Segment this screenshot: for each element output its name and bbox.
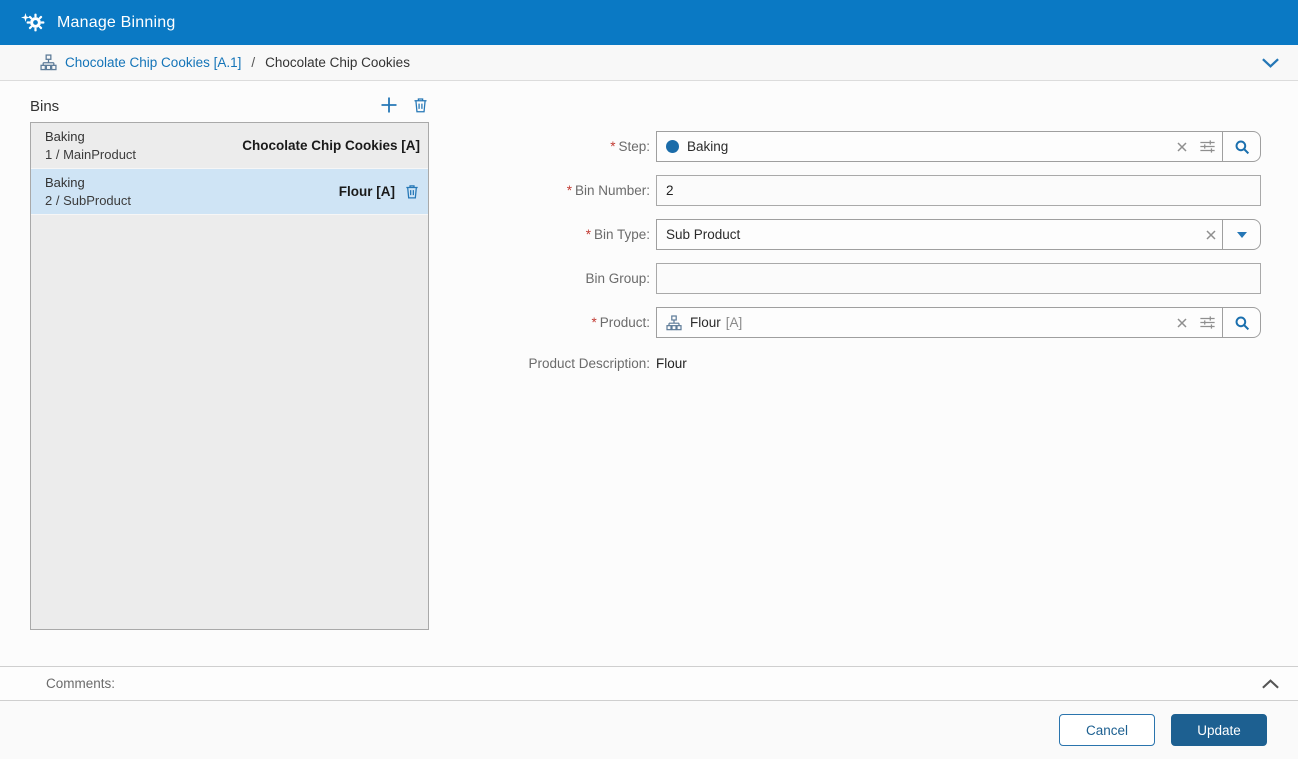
breadcrumb-separator: / [251, 55, 256, 70]
product-advanced-filter-button[interactable] [1193, 308, 1222, 337]
delete-row-button[interactable] [404, 183, 420, 200]
product-clear-button[interactable] [1171, 308, 1193, 337]
bin-group-input[interactable] [656, 263, 1261, 294]
product-description-label: Product Description: [528, 356, 650, 371]
titlebar: Manage Binning [0, 0, 1298, 45]
step-label: * Step: [610, 139, 650, 154]
step-clear-button[interactable] [1171, 132, 1193, 161]
step-value: Baking [687, 139, 729, 154]
update-button[interactable]: Update [1171, 714, 1267, 746]
product-label: * Product: [591, 315, 650, 330]
bin-number-input[interactable] [656, 175, 1261, 206]
bin-step-name: Baking [45, 175, 85, 190]
bin-number-and-type: 1 / MainProduct [45, 147, 137, 162]
clear-x-icon [1177, 317, 1187, 328]
bin-type-value: Sub Product [666, 227, 741, 242]
manage-gear-icon [21, 12, 46, 33]
sliders-icon [1200, 140, 1215, 153]
bin-type-dropdown-button[interactable] [1222, 220, 1260, 249]
plus-icon [381, 97, 397, 113]
bin-group-label: Bin Group: [585, 271, 650, 286]
bin-detail-form: * Step: Baking * Bin Number: 2 * Bin Typ… [466, 131, 1267, 387]
manage-binning-window: Manage Binning Chocolate Chip Cookies [A… [0, 0, 1298, 759]
bin-list-item-sub-product[interactable]: Baking 2 / SubProduct Flour [A] [31, 169, 428, 215]
bin-number-label: * Bin Number: [566, 183, 650, 198]
content-area: Bins Baking 1 / MainProduct Chocolate Ch… [0, 81, 1298, 666]
bin-number-and-type: 2 / SubProduct [45, 193, 131, 208]
header-collapse-button[interactable] [1257, 53, 1284, 73]
bin-type-select[interactable]: Sub Product [656, 219, 1261, 250]
bins-list: Baking 1 / MainProduct Chocolate Chip Co… [30, 122, 429, 630]
comments-bar: Comments: [0, 666, 1298, 701]
breadcrumb-current: Chocolate Chip Cookies [265, 55, 410, 70]
product-picker[interactable]: Flour [A] [656, 307, 1261, 338]
sliders-icon [1200, 316, 1215, 329]
step-picker[interactable]: Baking [656, 131, 1261, 162]
cancel-button[interactable]: Cancel [1059, 714, 1155, 746]
step-advanced-filter-button[interactable] [1193, 132, 1222, 161]
product-icon [666, 314, 682, 331]
bin-type-label: * Bin Type: [585, 227, 650, 242]
sparkle-icon [21, 9, 30, 27]
breadcrumb-link-revision[interactable]: Chocolate Chip Cookies [A.1] [65, 55, 241, 70]
bin-step-name: Baking [45, 129, 85, 144]
product-search-button[interactable] [1222, 308, 1260, 337]
chevron-up-icon [1262, 678, 1279, 689]
search-icon [1235, 316, 1249, 330]
trash-icon [414, 98, 427, 113]
product-revision: [A] [725, 315, 743, 330]
clear-x-icon [1177, 141, 1187, 152]
bin-type-clear-button[interactable] [1200, 220, 1222, 249]
clear-x-icon [1206, 229, 1216, 240]
delete-bin-button[interactable] [412, 96, 429, 114]
add-bin-button[interactable] [379, 95, 399, 115]
dropdown-arrow-icon [1236, 231, 1247, 238]
trash-icon [406, 185, 418, 199]
product-description-value: Flour [656, 356, 687, 371]
step-search-button[interactable] [1222, 132, 1260, 161]
search-icon [1235, 140, 1249, 154]
footer-actions: Cancel Update [0, 701, 1298, 759]
comments-label: Comments: [46, 676, 116, 691]
page-title: Manage Binning [57, 13, 176, 31]
bin-list-item-main-product[interactable]: Baking 1 / MainProduct Chocolate Chip Co… [31, 123, 428, 169]
bins-section: Bins Baking 1 / MainProduct Chocolate Ch… [30, 95, 429, 630]
product-icon [40, 54, 57, 71]
required-marker: * [610, 139, 616, 154]
chevron-down-icon [1262, 57, 1279, 68]
step-status-icon [666, 140, 679, 153]
bin-product-name: Flour [A] [338, 184, 395, 199]
comments-expand-button[interactable] [1257, 674, 1284, 694]
bins-panel-title: Bins [30, 98, 60, 115]
product-value: Flour [690, 315, 721, 330]
bin-product-name: Chocolate Chip Cookies [A] [242, 138, 420, 153]
breadcrumb: Chocolate Chip Cookies [A.1] / Chocolate… [0, 45, 1298, 81]
